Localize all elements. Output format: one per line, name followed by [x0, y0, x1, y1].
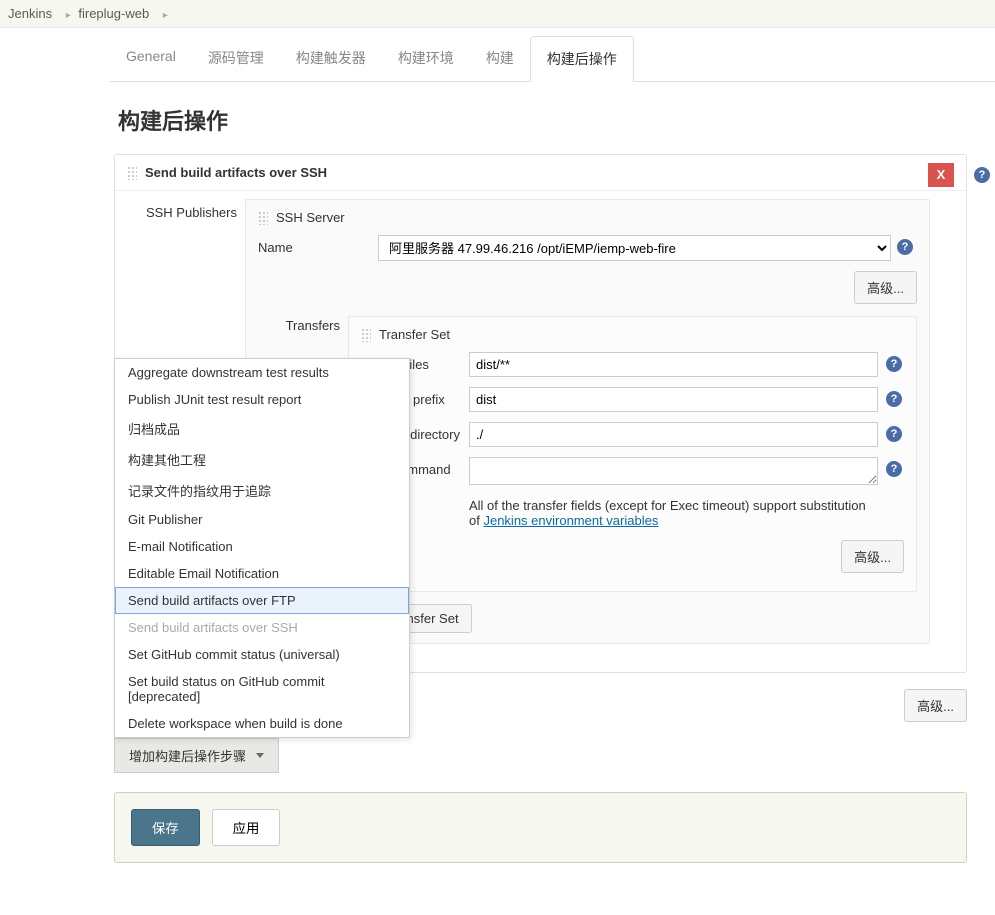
menu-item[interactable]: 记录文件的指纹用于追踪: [115, 475, 409, 506]
menu-item-selected[interactable]: Send build artifacts over FTP: [115, 587, 409, 614]
menu-item[interactable]: Aggregate downstream test results: [115, 359, 409, 386]
help-icon[interactable]: ?: [886, 391, 902, 407]
help-icon[interactable]: ?: [886, 426, 902, 442]
help-icon[interactable]: ?: [886, 461, 902, 477]
transfer-set-box: Transfer Set Source files ? Remove prefi…: [348, 316, 917, 592]
tab-general[interactable]: General: [110, 36, 192, 81]
menu-item[interactable]: Set build status on GitHub commit [depre…: [115, 668, 409, 710]
chevron-right-icon: ▸: [163, 10, 168, 21]
help-icon[interactable]: ?: [974, 167, 990, 183]
help-icon[interactable]: ?: [886, 356, 902, 372]
breadcrumb-item[interactable]: fireplug-web: [78, 6, 149, 21]
caret-down-icon: [256, 753, 264, 758]
post-build-menu: Aggregate downstream test results Publis…: [114, 358, 410, 738]
drag-handle-icon[interactable]: [258, 211, 268, 225]
page-title: 构建后操作: [118, 104, 995, 136]
server-name-select[interactable]: 阿里服务器 47.99.46.216 /opt/iEMP/iemp-web-fi…: [378, 235, 891, 261]
source-files-input[interactable]: [469, 352, 878, 377]
add-step-label: 增加构建后操作步骤: [129, 746, 246, 765]
env-vars-link[interactable]: Jenkins environment variables: [483, 513, 658, 528]
tab-scm[interactable]: 源码管理: [192, 36, 280, 81]
ssh-server-title: SSH Server: [276, 210, 345, 225]
tab-env[interactable]: 构建环境: [382, 36, 470, 81]
breadcrumb-item[interactable]: Jenkins: [8, 6, 52, 21]
menu-item[interactable]: Publish JUnit test result report: [115, 386, 409, 413]
breadcrumb: Jenkins ▸ fireplug-web ▸: [0, 0, 995, 28]
tab-build[interactable]: 构建: [470, 36, 530, 81]
menu-item[interactable]: 构建其他工程: [115, 444, 409, 475]
advanced-button[interactable]: 高级...: [841, 540, 904, 573]
config-tabs: General 源码管理 构建触发器 构建环境 构建 构建后操作: [110, 36, 995, 82]
menu-item[interactable]: 归档成品: [115, 413, 409, 444]
transfer-note: All of the transfer fields (except for E…: [469, 498, 904, 528]
menu-item[interactable]: Delete workspace when build is done: [115, 710, 409, 737]
transfer-set-title: Transfer Set: [379, 327, 450, 342]
chevron-right-icon: ▸: [66, 10, 71, 21]
block-title: Send build artifacts over SSH: [145, 165, 327, 180]
save-button[interactable]: 保存: [131, 809, 200, 846]
menu-item[interactable]: Git Publisher: [115, 506, 409, 533]
exec-command-input[interactable]: [469, 457, 878, 485]
footer-actions: 保存 应用: [114, 792, 967, 863]
menu-item-disabled: Send build artifacts over SSH: [115, 614, 409, 641]
advanced-button[interactable]: 高级...: [854, 271, 917, 304]
add-post-build-step-button[interactable]: 增加构建后操作步骤: [114, 738, 279, 773]
menu-item[interactable]: Set GitHub commit status (universal): [115, 641, 409, 668]
help-icon[interactable]: ?: [897, 239, 913, 255]
advanced-button[interactable]: 高级...: [904, 689, 967, 722]
tab-triggers[interactable]: 构建触发器: [280, 36, 382, 81]
apply-button[interactable]: 应用: [212, 809, 281, 846]
menu-item[interactable]: Editable Email Notification: [115, 560, 409, 587]
close-icon[interactable]: X: [928, 163, 954, 187]
menu-item[interactable]: E-mail Notification: [115, 533, 409, 560]
remote-dir-input[interactable]: [469, 422, 878, 447]
tab-postbuild[interactable]: 构建后操作: [530, 36, 634, 82]
drag-handle-icon[interactable]: [127, 166, 137, 180]
name-label: Name: [258, 235, 378, 255]
remove-prefix-input[interactable]: [469, 387, 878, 412]
block-header: Send build artifacts over SSH: [115, 155, 966, 191]
drag-handle-icon[interactable]: [361, 328, 371, 342]
